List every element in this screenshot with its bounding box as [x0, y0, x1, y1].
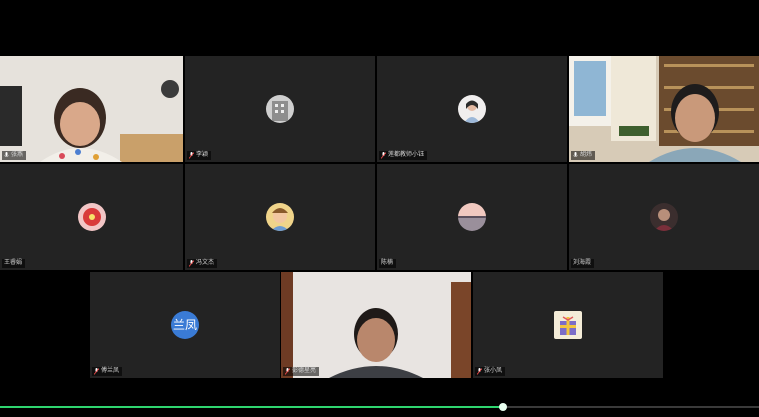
- participant-tile[interactable]: 冯文杰: [185, 164, 375, 270]
- participant-name: 刘海霞: [573, 260, 592, 266]
- participant-tile[interactable]: 彭德星亮: [281, 272, 471, 378]
- participant-name: 傅兰凤: [101, 368, 120, 374]
- playback-progress-fill: [0, 406, 504, 408]
- participant-name: 冯文杰: [196, 260, 215, 266]
- participant-name-bar: 张小凤: [475, 367, 506, 376]
- participant-name: 莲都教师小钰: [388, 152, 425, 158]
- microphone-muted-icon: [477, 368, 482, 375]
- dark-photo-avatar: [650, 203, 678, 231]
- red-flower-avatar: [77, 203, 106, 231]
- text-avatar: 兰凤: [171, 311, 199, 339]
- woman-photo-avatar: [458, 95, 486, 123]
- participant-tile[interactable]: 陈楠: [377, 164, 567, 270]
- gift-box-avatar: [554, 311, 582, 339]
- participant-tile[interactable]: 胡炜: [569, 56, 759, 162]
- participant-tile[interactable]: 莲都教师小钰: [377, 56, 567, 162]
- microphone-muted-icon: [189, 260, 194, 267]
- participant-name-bar: 莲都教师小钰: [379, 151, 428, 160]
- participant-name-bar: 冯文杰: [187, 259, 218, 268]
- participant-name-bar: 傅兰凤: [92, 367, 123, 376]
- participant-tile[interactable]: 王睿娟: [0, 164, 183, 270]
- microphone-muted-icon: [189, 152, 194, 159]
- playback-scrubber-handle[interactable]: [499, 403, 508, 411]
- participant-video: [0, 56, 183, 162]
- participant-name-bar: 李颖: [187, 151, 212, 160]
- participant-name-bar: 刘海霞: [571, 259, 595, 268]
- participant-name: 王睿娟: [4, 260, 23, 266]
- participant-tile[interactable]: 李颖: [185, 56, 375, 162]
- participant-name: 张小凤: [484, 368, 503, 374]
- participant-name: 陈楠: [381, 260, 394, 266]
- building-avatar: [266, 95, 294, 123]
- participant-name: 胡炜: [580, 152, 593, 158]
- sunset-lake-avatar: [458, 203, 486, 231]
- avatar-initials: 兰凤: [172, 318, 197, 332]
- participant-name-bar: 彭德星亮: [283, 367, 320, 376]
- meeting-gallery: 张燕 李颖 莲都教师小钰 胡炜 王睿娟 冯文杰 陈楠 刘海霞 兰凤 傅兰凤 彭德…: [0, 0, 759, 417]
- participant-name-bar: 胡炜: [571, 151, 596, 160]
- microphone-muted-icon: [285, 368, 290, 375]
- participant-name-bar: 张燕: [2, 151, 27, 160]
- microphone-muted-icon: [94, 368, 99, 375]
- participant-tile[interactable]: 刘海霞: [569, 164, 759, 270]
- participant-name-bar: 王睿娟: [2, 259, 26, 268]
- participant-name-bar: 陈楠: [379, 259, 397, 268]
- participant-tile[interactable]: 兰凤 傅兰凤: [90, 272, 280, 378]
- participant-name: 李颖: [196, 152, 209, 158]
- participant-video: [281, 272, 471, 378]
- participant-tile[interactable]: 张燕: [0, 56, 183, 162]
- participant-tile[interactable]: 张小凤: [473, 272, 663, 378]
- participant-video: [569, 56, 759, 162]
- participant-name: 彭德星亮: [292, 368, 317, 374]
- participant-name: 张燕: [11, 152, 24, 158]
- microphone-icon: [573, 152, 578, 158]
- microphone-icon: [4, 152, 9, 158]
- playback-progress-bar[interactable]: [0, 403, 759, 411]
- cartoon-child-avatar: [266, 203, 294, 231]
- microphone-muted-icon: [381, 152, 386, 159]
